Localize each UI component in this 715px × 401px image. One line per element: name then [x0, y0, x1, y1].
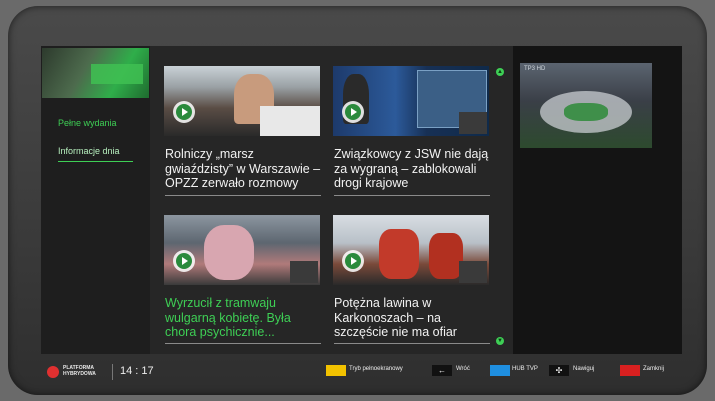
tile-divider	[165, 343, 321, 344]
play-icon[interactable]	[342, 101, 364, 123]
tile-title-3[interactable]: Wyrzucił z tramwaju wulgarną kobietę. By…	[165, 296, 323, 340]
tile-title-2[interactable]: Związkowcy z JSW nie dają za wygraną – z…	[334, 147, 492, 191]
key-label-back[interactable]: Wróć	[456, 366, 470, 372]
clock: 14 : 17	[120, 365, 154, 377]
sign-language-inset	[459, 112, 487, 134]
brand-logo-icon	[47, 366, 59, 378]
sign-language-inset	[290, 261, 318, 283]
thumbnail-person	[204, 225, 254, 280]
yellow-key-icon[interactable]	[326, 365, 346, 376]
stadium-pitch	[564, 103, 608, 121]
play-icon[interactable]	[173, 250, 195, 272]
sign-language-inset	[459, 261, 487, 283]
sidebar-item-full-editions[interactable]: Pełne wydania	[58, 118, 117, 128]
tile-divider	[165, 195, 321, 196]
key-label-navigate[interactable]: Nawiguj	[573, 366, 594, 372]
tile-title-4[interactable]: Potężna lawina w Karkonoszach – na szczę…	[334, 296, 492, 340]
live-preview-video[interactable]: TP3 HD	[520, 63, 652, 148]
navigate-icon[interactable]: ✣	[549, 365, 569, 376]
channel-label: TP3 HD	[524, 66, 546, 72]
play-icon[interactable]	[342, 250, 364, 272]
blue-key-icon[interactable]	[490, 365, 510, 376]
key-label-close[interactable]: Zamknij	[643, 366, 664, 372]
tile-divider	[334, 195, 490, 196]
key-label-fullscreen[interactable]: Tryb pełnoekranowy	[349, 366, 403, 372]
tile-divider	[334, 343, 490, 344]
program-logo-mark	[91, 64, 143, 84]
tile-thumbnail-2[interactable]	[333, 66, 489, 136]
arrow-left-icon[interactable]: ←	[432, 365, 452, 376]
tile-thumbnail-1[interactable]	[164, 66, 320, 136]
tile-title-1[interactable]: Rolniczy „marsz gwiaździsty” w Warszawie…	[165, 147, 323, 191]
sidebar-item-daily-news[interactable]: Informacje dnia	[58, 146, 120, 156]
thumbnail-banner	[260, 106, 320, 136]
thumbnail-rescuer	[379, 229, 419, 279]
scroll-up-icon[interactable]: ▲	[496, 68, 504, 76]
key-label-hub[interactable]: HUB TVP	[512, 366, 538, 372]
program-logo	[42, 48, 149, 98]
scroll-down-icon[interactable]: ▼	[496, 337, 504, 345]
brand-line-2: HYBRYDOWA	[63, 371, 96, 377]
sidebar-selection-underline	[58, 161, 133, 162]
play-icon[interactable]	[173, 101, 195, 123]
thumbnail-rescuer	[429, 233, 463, 279]
brand-name: PLATFORMA HYBRYDOWA	[63, 365, 96, 377]
red-key-icon[interactable]	[620, 365, 640, 376]
divider	[112, 364, 113, 380]
tile-thumbnail-4[interactable]	[333, 215, 489, 285]
tile-thumbnail-3[interactable]	[164, 215, 320, 285]
